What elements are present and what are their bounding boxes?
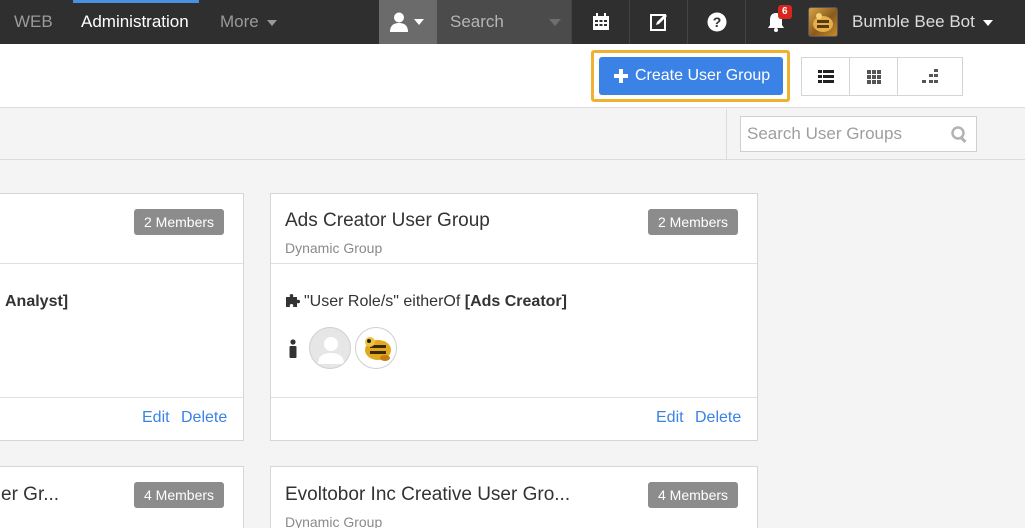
help-button[interactable]: ? [687,0,745,44]
members-badge[interactable]: 4 Members [648,482,739,508]
nav-web[interactable]: WEB [14,0,53,44]
list-view-icon [817,69,834,83]
chevron-down-icon [266,19,277,26]
edit-icon [649,14,667,31]
notification-badge: 6 [778,5,792,19]
user-icon [390,12,424,32]
hierarchy-view-icon [922,68,938,83]
user-avatar[interactable] [808,7,838,37]
user-name-label: Bumble Bee Bot [852,12,975,31]
rule-value: [Ads Creator] [464,293,567,310]
calendar-button[interactable] [571,0,629,44]
notifications-button[interactable] [745,0,803,44]
user-group-card: 2 Members Analyst] Edit Delete [0,193,244,441]
search-scope-user[interactable] [379,0,437,44]
help-icon: ? [707,12,726,32]
search-caret-icon [549,19,561,26]
group-title[interactable]: Evoltobor Inc Creative User Gro... [285,484,570,506]
plus-icon [614,69,628,83]
bee-bot-image [365,337,391,361]
members-badge[interactable]: 2 Members [648,209,739,235]
member-avatar-default[interactable] [309,327,351,369]
list-view-button[interactable] [801,57,850,96]
delete-link[interactable]: Delete [181,409,227,427]
members-badge[interactable]: 2 Members [134,209,225,235]
group-title[interactable]: er Gr... [1,484,59,506]
default-avatar-icon [318,337,344,364]
chevron-down-icon [982,19,993,26]
user-menu[interactable]: Bumble Bee Bot [852,0,993,44]
card-divider [271,263,757,264]
nav-administration[interactable]: Administration [81,0,189,44]
edit-link[interactable]: Edit [142,409,170,427]
card-divider [0,263,243,264]
card-divider [271,397,757,398]
search-label: Search [450,12,504,31]
rule-text: "User Role/s" eitherOf [Ads Creator] [304,293,567,311]
rule-text: Analyst] [5,293,68,311]
user-group-card: Evoltobor Inc Creative User Gro... Dynam… [270,466,758,528]
rule-condition: "User Role/s" eitherOf [304,293,465,310]
create-user-group-label: Create User Group [635,67,771,84]
top-nav-bar: WEB Administration More Search ? 6 Bumbl… [0,0,1025,44]
puzzle-icon [286,294,300,307]
nav-more-label: More [220,12,259,31]
global-search[interactable]: Search [379,0,571,44]
rule-value: Analyst] [5,293,69,310]
group-type: Dynamic Group [285,240,383,256]
user-group-card: Ads Creator User Group Dynamic Group 2 M… [270,193,758,441]
delete-link[interactable]: Delete [695,409,741,427]
grid-view-button[interactable] [849,57,898,96]
svg-text:?: ? [712,14,721,30]
nav-more[interactable]: More [220,0,277,44]
member-avatar-bee-bot[interactable] [355,327,397,369]
search-icon[interactable] [951,126,968,143]
members-badge[interactable]: 4 Members [134,482,225,508]
bee-bot-image [813,13,833,32]
user-group-card: er Gr... 4 Members [0,466,244,528]
tree-view-button[interactable] [897,57,963,96]
edit-link[interactable]: Edit [656,409,684,427]
grid-view-icon [866,69,881,84]
search-user-groups-input[interactable] [740,116,977,152]
card-divider [0,397,243,398]
filter-divider [726,109,727,160]
person-icon [289,339,297,358]
compose-button[interactable] [629,0,687,44]
calendar-icon [592,13,609,30]
group-title[interactable]: Ads Creator User Group [285,210,490,232]
group-type: Dynamic Group [285,514,383,528]
create-user-group-button[interactable]: Create User Group [599,57,783,95]
